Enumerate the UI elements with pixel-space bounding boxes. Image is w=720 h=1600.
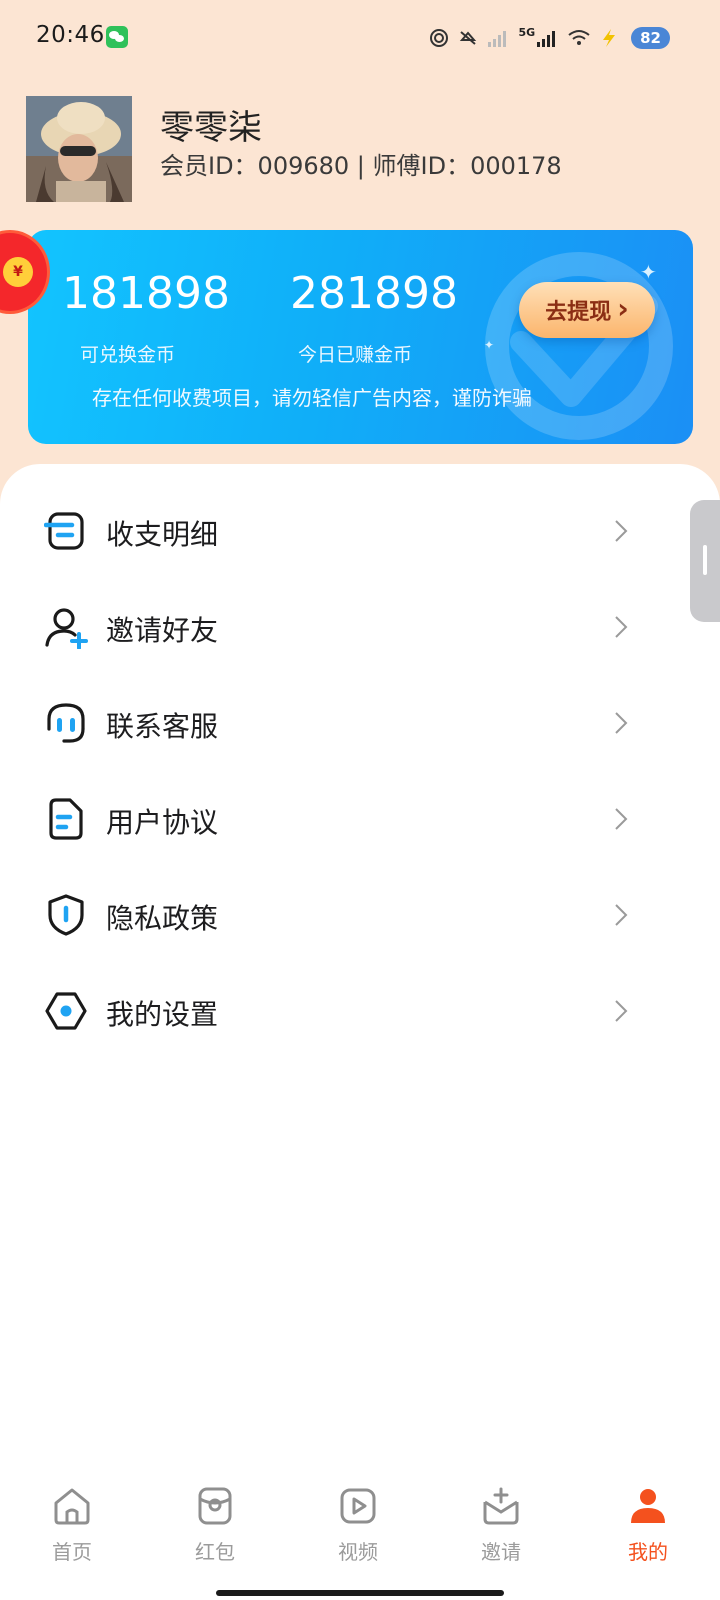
menu-label: 隐私政策: [106, 902, 219, 935]
network-type: 5G: [518, 25, 536, 39]
chevron-right-icon: [615, 1000, 628, 1022]
chevron-right-icon: [615, 808, 628, 830]
nav-label: 我的: [628, 1540, 668, 1564]
battery-level: 82: [631, 27, 670, 49]
headset-icon: [47, 703, 85, 743]
video-icon: [340, 1488, 376, 1524]
nav-label: 视频: [338, 1540, 378, 1564]
home-indicator[interactable]: [216, 1590, 504, 1596]
status-bar: 20:46 5G 82: [0, 0, 720, 78]
chevron-right-icon: [615, 616, 628, 638]
nav-item-invite[interactable]: 邀请: [441, 1486, 561, 1586]
side-drawer-handle[interactable]: [690, 500, 720, 622]
shield-icon: [48, 894, 84, 936]
signal-icon-2: [537, 31, 556, 47]
scam-notice-marquee: 存在任何收费项目，请勿轻信广告内容，谨防诈骗: [92, 386, 532, 410]
today-coins-label: 今日已赚金币: [298, 344, 413, 366]
coin-card: ✦ ✦ 181898 可兑换金币 281898 今日已赚金币 存在任何收费项目，…: [28, 230, 693, 444]
withdraw-label: 去提现: [545, 300, 612, 325]
menu-item-invite-friends[interactable]: 邀请好友: [0, 579, 720, 675]
red-packet-icon: [198, 1487, 232, 1525]
home-icon: [54, 1488, 90, 1525]
status-icons: 5G 82: [429, 24, 670, 52]
invite-icon: [483, 1487, 519, 1525]
nav-label: 邀请: [481, 1540, 521, 1564]
chevron-right-icon: ›: [617, 291, 629, 325]
user-ids: 会员ID：009680 | 师傅ID：000178: [160, 152, 562, 180]
signal-icon-1: [488, 31, 507, 47]
avatar-image: [26, 96, 132, 202]
menu-label: 我的设置: [106, 998, 219, 1031]
withdraw-button[interactable]: 去提现 ›: [519, 282, 655, 338]
chevron-right-icon: [615, 904, 628, 926]
nfc-icon: [430, 29, 449, 47]
menu-item-customer-service[interactable]: 联系客服: [0, 675, 720, 771]
add-user-icon: [45, 608, 88, 649]
exchangeable-coins-value: 181898: [62, 268, 230, 319]
mute-icon: [460, 31, 477, 45]
nav-label: 红包: [195, 1540, 235, 1564]
menu-label: 收支明细: [106, 518, 219, 551]
wechat-notification-icon: [106, 26, 128, 48]
nav-item-video[interactable]: 视频: [298, 1486, 418, 1586]
menu-item-user-agreement[interactable]: 用户协议: [0, 771, 720, 867]
charging-icon: [603, 29, 616, 47]
status-time: 20:46: [36, 22, 105, 48]
menu-label: 邀请好友: [106, 614, 219, 647]
avatar[interactable]: [26, 96, 132, 202]
sparkle-small-icon: ✦: [484, 338, 495, 352]
user-name: 零零柒: [160, 108, 262, 148]
nav-item-home[interactable]: 首页: [12, 1486, 132, 1586]
sparkle-icon: ✦: [640, 260, 657, 284]
chevron-right-icon: [615, 712, 628, 734]
ledger-icon: [44, 512, 84, 550]
yuan-coin-icon: ¥: [3, 257, 33, 287]
profile-icon: [631, 1489, 665, 1523]
nav-item-red-packet[interactable]: 红包: [155, 1486, 275, 1586]
exchangeable-coins-label: 可兑换金币: [80, 344, 176, 366]
document-icon: [49, 798, 83, 840]
today-coins-value: 281898: [290, 268, 458, 319]
nav-item-profile[interactable]: 我的: [588, 1486, 708, 1586]
chevron-right-icon: [615, 520, 628, 542]
nav-label: 首页: [52, 1540, 92, 1564]
settings-icon: [45, 992, 87, 1030]
menu-label: 联系客服: [106, 710, 219, 743]
bottom-nav: 首页 红包 视频 邀请 我的: [0, 1486, 720, 1600]
menu-item-my-settings[interactable]: 我的设置: [0, 963, 720, 1059]
menu-item-privacy-policy[interactable]: 隐私政策: [0, 867, 720, 963]
menu-item-transactions[interactable]: 收支明细: [0, 483, 720, 579]
wifi-icon: [568, 30, 590, 45]
menu-label: 用户协议: [106, 806, 219, 839]
